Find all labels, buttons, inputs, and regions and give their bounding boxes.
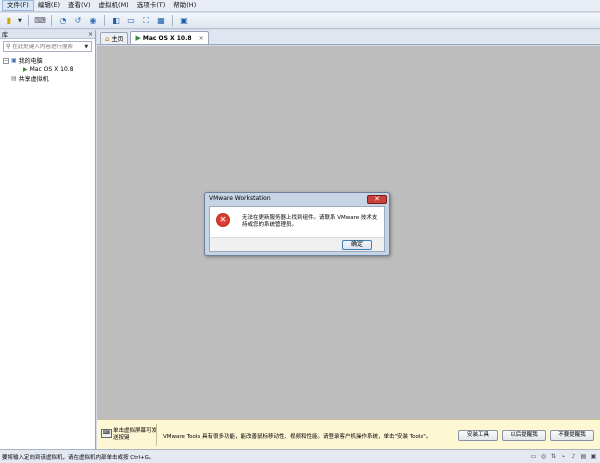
thumbnail-view-icon[interactable]: ▭ xyxy=(125,15,137,27)
tree-item-label: 共享虚拟机 xyxy=(18,76,49,83)
tree-item-vm[interactable]: ▶ Mac OS X 10.8 xyxy=(3,65,92,74)
tab-home[interactable]: ⌂ 主页 xyxy=(100,32,129,44)
dialog-body: ✕ 无法在更新服务器上找到组件。请联系 VMware 技术支持或您的系统管理员。… xyxy=(209,206,385,252)
notification-divider xyxy=(156,424,157,446)
tree-item-label: Mac OS X 10.8 xyxy=(29,66,74,73)
collapse-icon[interactable]: − xyxy=(3,57,9,64)
library-tree: − ▣ 我的电脑 ▶ Mac OS X 10.8 ▤ 共享虚拟机 xyxy=(0,54,95,85)
toolbar-divider xyxy=(51,15,52,26)
toolbar-divider xyxy=(28,15,29,26)
full-screen-icon[interactable]: ⛶ xyxy=(140,15,152,27)
dialog-message: 无法在更新服务器上找到组件。请联系 VMware 技术支持或您的系统管理员。 xyxy=(242,215,378,228)
library-header: 库 × xyxy=(0,30,95,39)
computer-icon: ▣ xyxy=(11,57,17,64)
menu-vm[interactable]: 虚拟机(M) xyxy=(95,0,133,11)
cd-drive-icon[interactable]: ◎ xyxy=(539,452,548,461)
library-title: 库 xyxy=(2,31,9,39)
usb-icon[interactable]: ⌁ xyxy=(559,452,568,461)
keyboard-icon: ⌨ xyxy=(101,429,112,438)
device-icons: ▭ ◎ ⇅ ⌁ ♪ ▤ ▣ xyxy=(529,452,598,461)
library-panel: 库 × ⚲ ▼ − ▣ 我的电脑 ▶ Mac OS X 10.8 ▤ 共享虚拟机 xyxy=(0,30,96,449)
chevron-down-icon[interactable]: ▼ xyxy=(84,44,88,50)
hard-disk-icon[interactable]: ▭ xyxy=(529,452,538,461)
vm-icon: ▶ xyxy=(135,34,141,42)
tree-item-my-computer[interactable]: − ▣ 我的电脑 xyxy=(3,56,92,65)
sound-icon[interactable]: ♪ xyxy=(569,452,578,461)
search-input[interactable] xyxy=(12,43,83,50)
send-ctrl-alt-del-icon[interactable]: ⌨ xyxy=(34,15,46,27)
status-text: 要将输入定向到该虚拟机，请在虚拟机内部单击或按 Ctrl+G。 xyxy=(2,454,155,461)
status-bar: 要将输入定向到该虚拟机，请在虚拟机内部单击或按 Ctrl+G。 ▭ ◎ ⇅ ⌁ … xyxy=(0,449,600,463)
library-search[interactable]: ⚲ ▼ xyxy=(3,41,92,52)
menu-help[interactable]: 帮助(H) xyxy=(169,0,200,11)
menu-tabs[interactable]: 选项卡(T) xyxy=(133,0,170,11)
unity-icon[interactable]: ▦ xyxy=(155,15,167,27)
dialog-titlebar[interactable]: VMware Workstation ✕ xyxy=(205,193,389,204)
menu-edit[interactable]: 编辑(E) xyxy=(34,0,64,11)
dialog-footer: 确定 xyxy=(210,237,384,251)
revert-snapshot-icon[interactable]: ↺ xyxy=(72,15,84,27)
menu-view[interactable]: 查看(V) xyxy=(64,0,95,11)
display-icon[interactable]: ▣ xyxy=(589,452,598,461)
tree-item-shared[interactable]: ▤ 共享虚拟机 xyxy=(3,74,92,83)
tab-label: 主页 xyxy=(111,36,124,43)
never-remind-button[interactable]: 不要提醒我 xyxy=(550,430,594,441)
library-view-icon[interactable]: ◧ xyxy=(110,15,122,27)
printer-icon[interactable]: ▤ xyxy=(579,452,588,461)
toolbar: ▮ ▼ ⌨ ◔ ↺ ◉ ◧ ▭ ⛶ ▦ ▣ xyxy=(0,13,600,29)
error-icon: ✕ xyxy=(216,213,230,227)
home-icon: ⌂ xyxy=(105,34,110,43)
tab-strip: ⌂ 主页 ▶ Mac OS X 10.8 × xyxy=(97,30,600,45)
toolbar-divider xyxy=(172,15,173,26)
notification-message: VMware Tools 具有很多功能，能改善鼠标移动性、视频和性能。请登录客户… xyxy=(163,434,432,440)
power-icon[interactable]: ▮ xyxy=(3,15,15,27)
console-view-icon[interactable]: ▣ xyxy=(178,15,190,27)
vm-icon: ▶ xyxy=(23,66,28,73)
menubar: 文件(F) 编辑(E) 查看(V) 虚拟机(M) 选项卡(T) 帮助(H) xyxy=(0,0,600,12)
remind-later-button[interactable]: 以后提醒我 xyxy=(502,430,546,441)
ok-button[interactable]: 确定 xyxy=(342,240,372,250)
install-tools-button[interactable]: 安装工具 xyxy=(458,430,498,441)
tools-notification-bar: ⌨ 单击虚拟屏幕可发送按键 VMware Tools 具有很多功能，能改善鼠标移… xyxy=(97,419,600,449)
search-icon: ⚲ xyxy=(6,43,11,50)
notification-hint: 单击虚拟屏幕可发送按键 xyxy=(113,428,158,441)
error-dialog: VMware Workstation ✕ ✕ 无法在更新服务器上找到组件。请联系… xyxy=(204,192,390,256)
close-icon[interactable]: × xyxy=(88,31,93,38)
tree-item-label: 我的电脑 xyxy=(18,58,43,65)
toolbar-divider xyxy=(104,15,105,26)
tab-mac-os[interactable]: ▶ Mac OS X 10.8 × xyxy=(130,31,209,44)
close-icon[interactable]: × xyxy=(199,35,204,42)
shared-vm-icon: ▤ xyxy=(11,75,17,82)
chevron-down-icon[interactable]: ▼ xyxy=(18,18,23,24)
tab-label: Mac OS X 10.8 xyxy=(142,34,192,42)
close-button[interactable]: ✕ xyxy=(367,194,387,204)
snapshot-icon[interactable]: ◔ xyxy=(57,15,69,27)
manage-snapshots-icon[interactable]: ◉ xyxy=(87,15,99,27)
menu-file[interactable]: 文件(F) xyxy=(2,0,34,11)
dialog-title: VMware Workstation xyxy=(209,195,271,202)
network-icon[interactable]: ⇅ xyxy=(549,452,558,461)
